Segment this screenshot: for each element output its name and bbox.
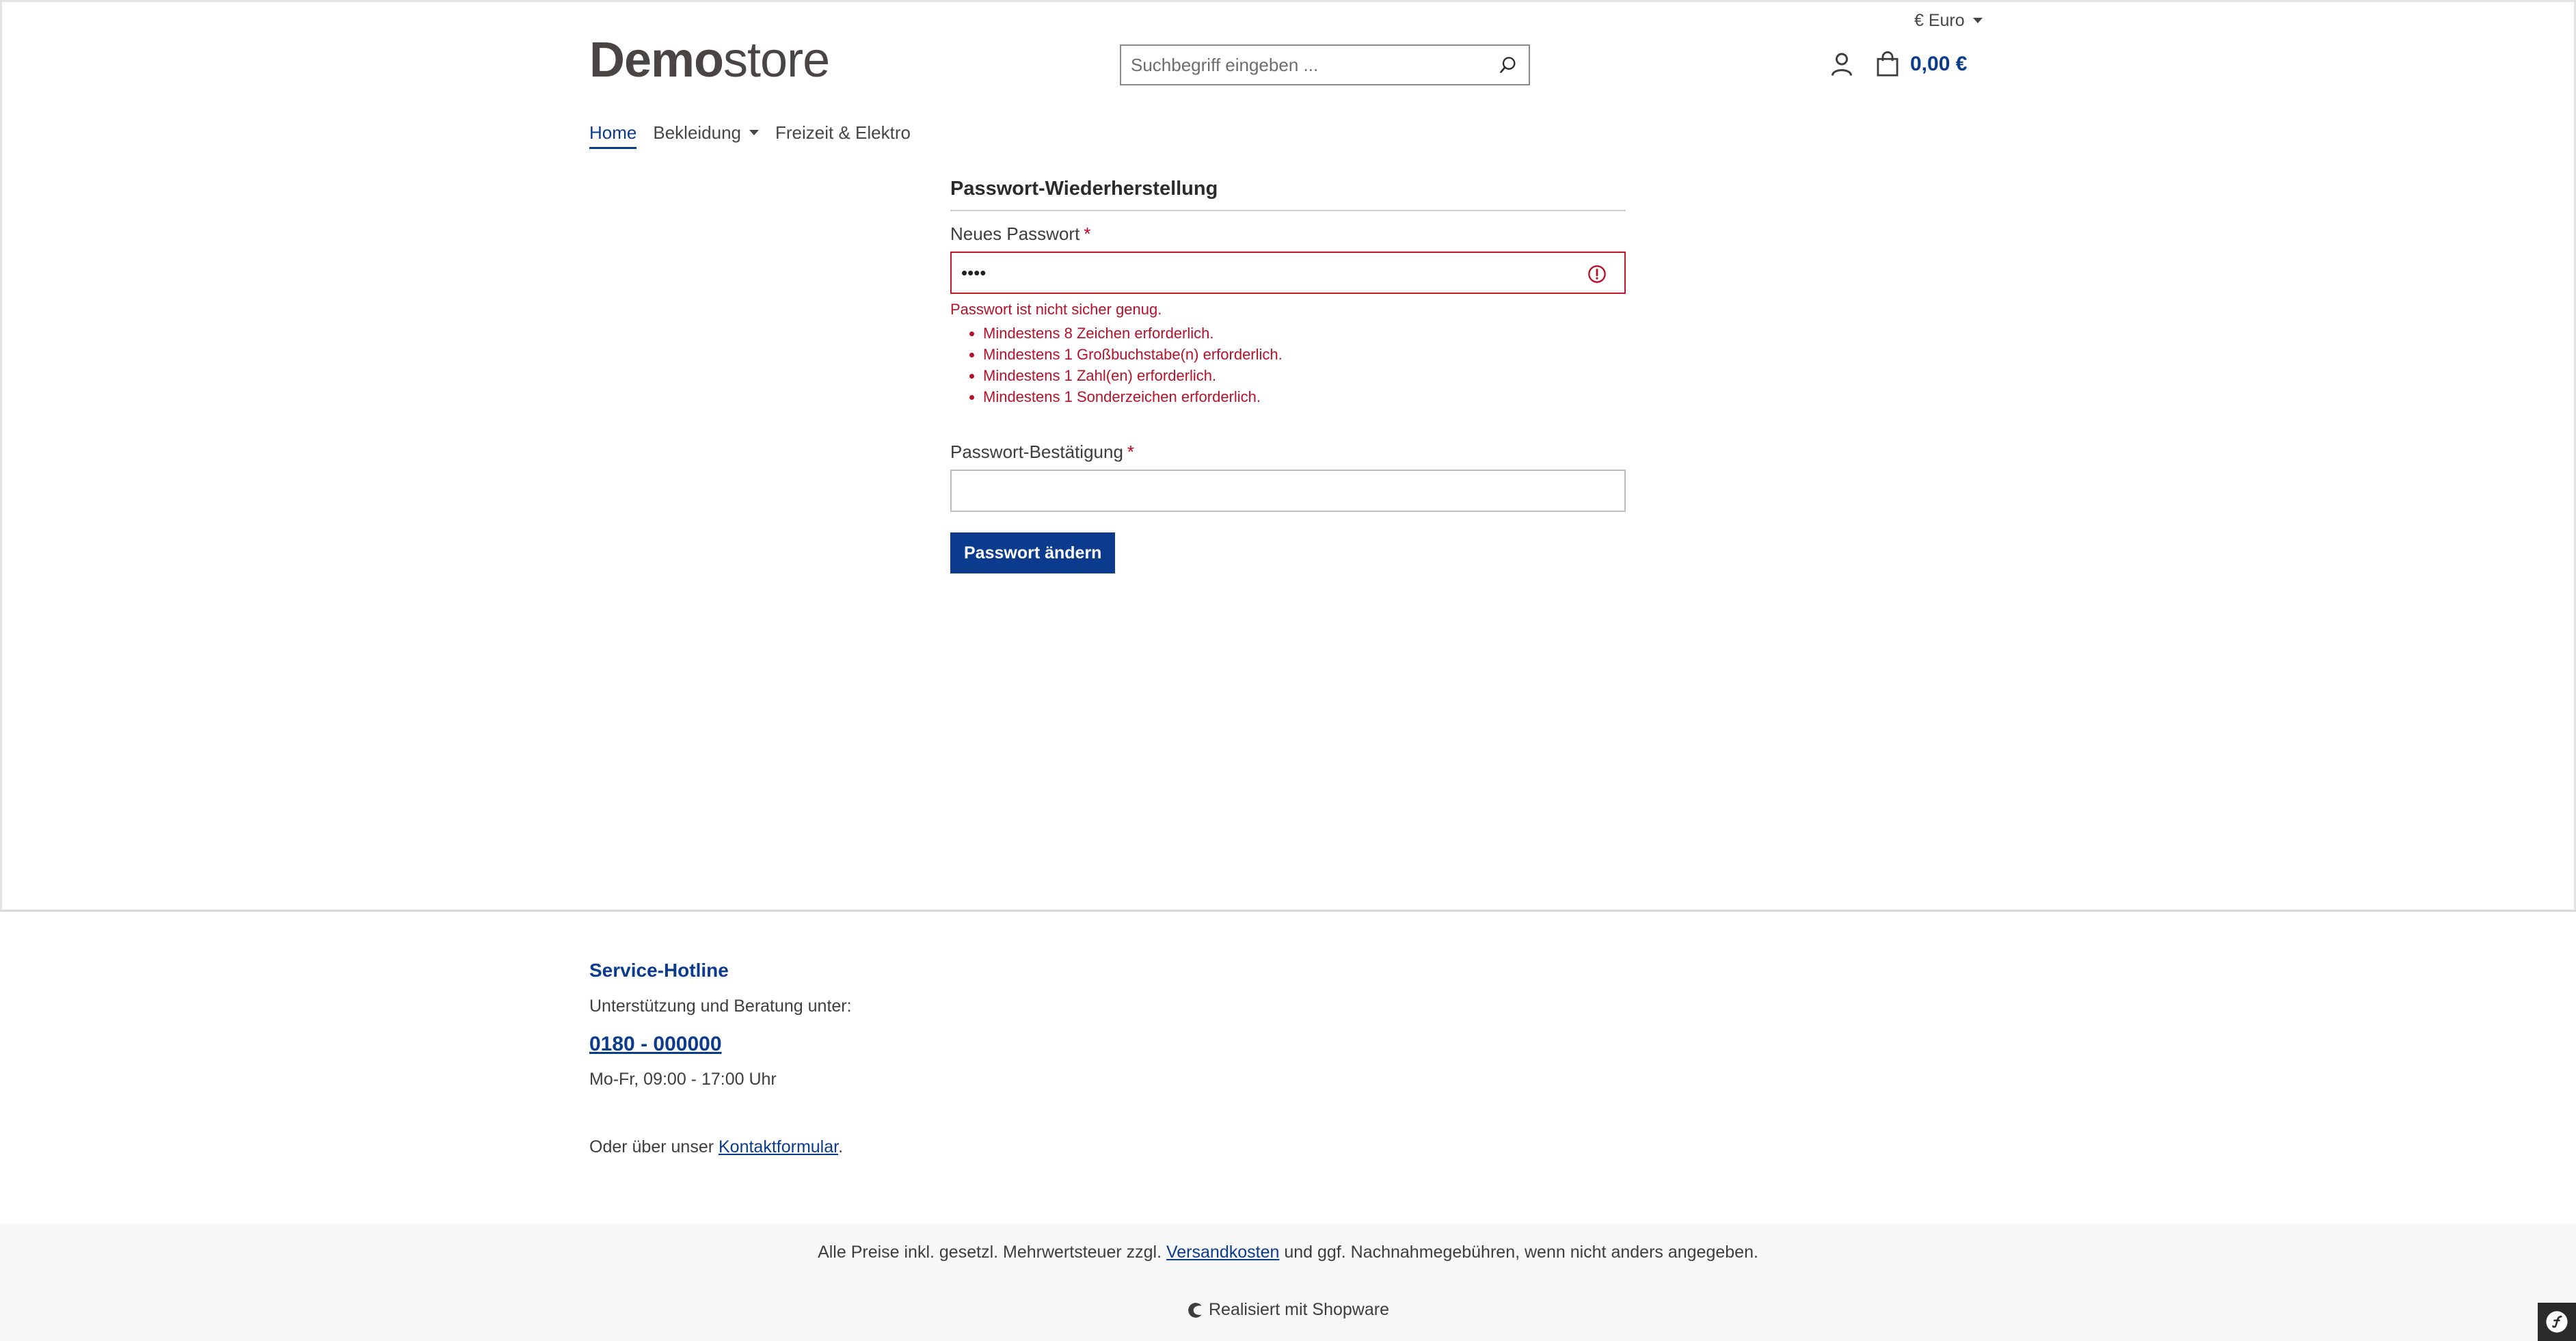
contact-prefix: Oder über unser [589, 1137, 719, 1156]
footer-service-hotline: Service-Hotline Unterstützung und Beratu… [589, 960, 1205, 1157]
footer-divider [0, 910, 2576, 912]
nav-item-label: Freizeit & Elektro [775, 122, 911, 143]
password-error-list: Mindestens 8 Zeichen erforderlich. Minde… [950, 323, 1626, 407]
nav-item-home[interactable]: Home [589, 118, 637, 149]
confirm-password-label: Passwort-Bestätigung * [950, 442, 1626, 463]
powered-by[interactable]: Realisiert mit Shopware [0, 1300, 2576, 1320]
change-password-button[interactable]: Passwort ändern [950, 532, 1116, 573]
footer-contact-line: Oder über unser Kontaktformular. [589, 1137, 1205, 1157]
chevron-down-icon [1972, 18, 1983, 23]
search-icon [1500, 57, 1516, 73]
nav-item-freizeit-elektro[interactable]: Freizeit & Elektro [775, 118, 911, 148]
debug-toolbar-toggle[interactable] [2538, 1303, 2576, 1341]
vat-suffix: und ggf. Nachnahmegebühren, wenn nicht a… [1279, 1243, 1758, 1262]
password-error-message: Passwort ist nicht sicher genug. [950, 301, 1162, 318]
confirm-password-input[interactable] [952, 471, 1624, 511]
search-box [1120, 44, 1530, 85]
cart-button[interactable]: 0,00 € [1876, 48, 1967, 81]
hotline-phone-link[interactable]: 0180 - 000000 [589, 1033, 722, 1056]
password-error-item: Mindestens 8 Zeichen erforderlich. [983, 323, 1626, 344]
new-password-label: Neues Passwort * [950, 224, 1626, 245]
confirm-password-label-text: Passwort-Bestätigung [950, 442, 1123, 462]
alert-circle-icon [1588, 265, 1606, 283]
currency-switcher[interactable]: € Euro [1914, 5, 1983, 36]
chevron-down-icon [749, 130, 760, 135]
symfony-logo-icon [2546, 1311, 2568, 1333]
required-marker: * [1084, 224, 1091, 244]
vat-notice: Alle Preise inkl. gesetzl. Mehrwertsteue… [0, 1243, 2576, 1262]
search-input[interactable] [1121, 46, 1488, 84]
shopping-bag-icon [1877, 51, 1899, 77]
nav-item-label: Bekleidung [653, 122, 742, 143]
password-error-item: Mindestens 1 Großbuchstabe(n) erforderli… [983, 344, 1626, 365]
footer-support-text: Unterstützung und Beratung unter: [589, 997, 852, 1016]
shipping-costs-link[interactable]: Versandkosten [1166, 1243, 1279, 1262]
footer-heading: Service-Hotline [589, 960, 729, 981]
logo-light-text: store [723, 33, 830, 87]
footer-hours: Mo-Fr, 09:00 - 17:00 Uhr [589, 1070, 777, 1089]
nav-item-label: Home [589, 122, 637, 143]
contact-suffix: . [838, 1137, 844, 1156]
user-icon [1832, 53, 1852, 76]
main-navigation: Home Bekleidung Freizeit & Elektro [589, 118, 927, 149]
password-error-item: Mindestens 1 Zahl(en) erforderlich. [983, 365, 1626, 386]
vat-prefix: Alle Preise inkl. gesetzl. Mehrwertsteue… [818, 1243, 1166, 1262]
currency-label: € Euro [1914, 10, 1965, 30]
footer-bottom-bar: Alle Preise inkl. gesetzl. Mehrwertsteue… [0, 1223, 2576, 1341]
logo-bold-text: Demo [589, 33, 724, 87]
password-recovery-form: Passwort-Wiederherstellung Neues Passwor… [950, 178, 1626, 573]
password-error-item: Mindestens 1 Sonderzeichen erforderlich. [983, 386, 1626, 407]
page-title: Passwort-Wiederherstellung [950, 178, 1626, 211]
search-button[interactable] [1488, 46, 1529, 84]
shopware-logo-icon [1188, 1302, 1202, 1318]
account-button[interactable] [1829, 51, 1854, 78]
cart-total: 0,00 € [1910, 53, 1968, 75]
new-password-field [950, 252, 1626, 294]
new-password-input[interactable] [952, 253, 1624, 293]
contact-form-link[interactable]: Kontaktformular [719, 1137, 838, 1156]
confirm-password-field [950, 470, 1626, 512]
new-password-label-text: Neues Passwort [950, 224, 1080, 244]
required-marker: * [1127, 442, 1135, 462]
store-logo[interactable]: Demo store [589, 33, 830, 87]
powered-by-text: Realisiert mit Shopware [1209, 1300, 1389, 1319]
nav-item-bekleidung[interactable]: Bekleidung [653, 118, 760, 148]
